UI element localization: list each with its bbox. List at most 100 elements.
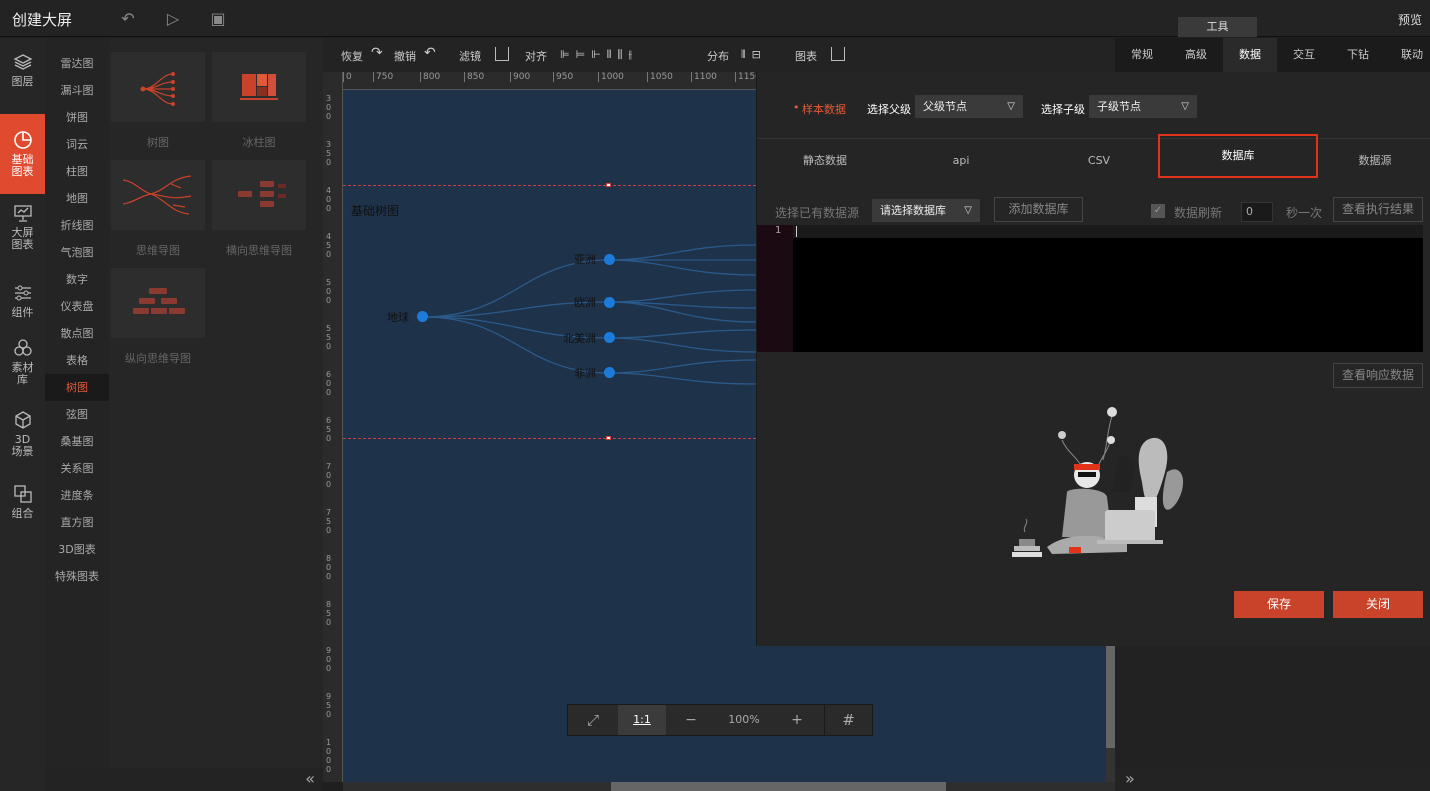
back-icon[interactable]: ↶ [119, 10, 137, 28]
nav-item-6[interactable]: 组合 [0, 484, 45, 524]
thumb-tree[interactable] [111, 52, 205, 122]
category-item[interactable]: 直方图 [45, 509, 109, 536]
distribute-icons[interactable]: ⫴⊟ [741, 48, 767, 62]
right-tab[interactable]: 下钻 [1331, 38, 1385, 72]
category-item[interactable]: 雷达图 [45, 50, 109, 77]
category-item[interactable]: 进度条 [45, 482, 109, 509]
horizontal-scroll-thumb[interactable] [611, 782, 946, 791]
filter-chart-icon[interactable] [495, 47, 509, 61]
vertical-scroll-thumb[interactable] [1106, 640, 1115, 748]
save-icon[interactable]: ▣ [209, 10, 227, 28]
thumb-icicle[interactable] [212, 52, 306, 122]
category-item[interactable]: 树图 [45, 374, 109, 401]
thumb-vertical-mindmap[interactable] [111, 268, 205, 338]
align-icons[interactable]: ⊫⊨⊩⫴⫼⫲ [560, 48, 638, 62]
refresh-checkbox[interactable]: ✓ [1151, 204, 1165, 218]
tree-node-root[interactable] [417, 311, 428, 322]
fit-screen-icon[interactable]: ⤢ [568, 705, 618, 735]
add-database-button[interactable]: 添加数据库 [994, 197, 1083, 222]
sql-editor[interactable]: 1 [757, 225, 1423, 352]
category-item[interactable]: 气泡图 [45, 239, 109, 266]
ruler-tick-label: 0 [343, 72, 352, 82]
chart-icon[interactable] [831, 47, 845, 61]
editor-cursor [796, 226, 797, 237]
category-item[interactable]: 散点图 [45, 320, 109, 347]
ruler-tick-label: 900 [326, 646, 332, 673]
category-item[interactable]: 3D图表 [45, 536, 109, 563]
category-item[interactable]: 数字 [45, 266, 109, 293]
nav-item-4[interactable]: 素材库 [0, 338, 45, 393]
grid-icon[interactable]: # [824, 705, 872, 735]
redo-button[interactable]: 恢复 [341, 48, 363, 64]
undo-icon[interactable]: ↶ [424, 45, 436, 61]
parent-select[interactable]: 父级节点 ▽ [915, 95, 1023, 118]
tab-database[interactable]: 数据库 [1158, 134, 1318, 178]
redo-icon[interactable]: ↷ [371, 45, 383, 61]
left-nav: 图层基础 图表大屏 图表组件素材库 3D 场景组合 [0, 38, 45, 791]
tree-thumb-icon [140, 72, 175, 106]
ruler-tick-label: 700 [326, 462, 332, 489]
ruler-tick-label: 300 [326, 94, 332, 121]
thumb-label-horizontal-mindmap: 横向思维导图 [226, 244, 292, 257]
tool-tab[interactable]: 工具 [1178, 17, 1257, 37]
category-item[interactable]: 表格 [45, 347, 109, 374]
category-item[interactable]: 关系图 [45, 455, 109, 482]
chart-button[interactable]: 图表 [795, 48, 817, 64]
category-item[interactable]: 特殊图表 [45, 563, 109, 590]
nav-item-1[interactable]: 基础 图表 [0, 114, 45, 194]
layers-icon [13, 54, 32, 70]
tab-csv[interactable]: CSV [1045, 146, 1153, 176]
data-dialog: • 样本数据 选择父级 父级节点 ▽ 选择子级 子级节点 ▽ 静态数据 api … [756, 72, 1430, 646]
actual-size-button[interactable]: 1:1 [618, 705, 666, 735]
distribute-button[interactable]: 分布 [707, 48, 729, 64]
category-item[interactable]: 漏斗图 [45, 77, 109, 104]
nav-item-2[interactable]: 大屏 图表 [0, 203, 45, 258]
child-select[interactable]: 子级节点 ▽ [1089, 95, 1197, 118]
align-button[interactable]: 对齐 [525, 48, 547, 64]
nav-item-5[interactable]: 3D 场景 [0, 410, 45, 465]
ruler-tick-label: 850 [464, 72, 484, 82]
nav-item-label: 组合 [11, 507, 34, 520]
right-tab[interactable]: 交互 [1277, 38, 1331, 72]
tree-node-africa[interactable] [604, 367, 615, 378]
category-item[interactable]: 地图 [45, 185, 109, 212]
ruler-tick-label: 350 [326, 140, 332, 167]
collapse-right-button[interactable]: » [1115, 768, 1430, 791]
refresh-interval-input[interactable]: 0 [1241, 202, 1273, 222]
play-icon[interactable]: ▷ [164, 10, 182, 28]
save-button[interactable]: 保存 [1234, 591, 1324, 618]
right-tab[interactable]: 高级 [1169, 38, 1223, 72]
close-button[interactable]: 关闭 [1333, 591, 1423, 618]
nav-item-0[interactable]: 图层 [0, 52, 45, 92]
tree-node-europe[interactable] [604, 297, 615, 308]
category-item[interactable]: 词云 [45, 131, 109, 158]
tab-api[interactable]: api [907, 146, 1015, 176]
category-item[interactable]: 折线图 [45, 212, 109, 239]
tab-static-data[interactable]: 静态数据 [771, 146, 879, 176]
nav-item-3[interactable]: 组件 [0, 283, 45, 323]
preview-button[interactable]: 预览 [1398, 11, 1422, 28]
right-tab[interactable]: 常规 [1115, 38, 1169, 72]
filter-button[interactable]: 滤镜 [459, 48, 481, 64]
category-item[interactable]: 柱图 [45, 158, 109, 185]
tab-datasource[interactable]: 数据源 [1321, 146, 1429, 176]
zoom-out-button[interactable]: − [666, 705, 716, 735]
category-item[interactable]: 仪表盘 [45, 293, 109, 320]
view-response-button[interactable]: 查看响应数据 [1333, 363, 1423, 388]
tree-node-north-america[interactable] [604, 332, 615, 343]
view-exec-result-button[interactable]: 查看执行结果 [1333, 197, 1423, 222]
zoom-in-button[interactable]: + [772, 705, 822, 735]
tree-node-asia[interactable] [604, 254, 615, 265]
category-item[interactable]: 饼图 [45, 104, 109, 131]
right-tab[interactable]: 联动 [1385, 38, 1430, 72]
category-item[interactable]: 桑基图 [45, 428, 109, 455]
thumb-mindmap[interactable] [111, 160, 205, 230]
collapse-left-button[interactable]: « [45, 768, 323, 791]
database-select[interactable]: 请选择数据库 ▽ [872, 199, 980, 222]
right-tab[interactable]: 数据 [1223, 38, 1277, 72]
tree-label-asia: 亚洲 [574, 253, 596, 266]
sample-data-link[interactable]: 样本数据 [802, 101, 846, 117]
thumb-horizontal-mindmap[interactable] [212, 160, 306, 230]
undo-button[interactable]: 撤销 [394, 48, 416, 64]
category-item[interactable]: 弦图 [45, 401, 109, 428]
